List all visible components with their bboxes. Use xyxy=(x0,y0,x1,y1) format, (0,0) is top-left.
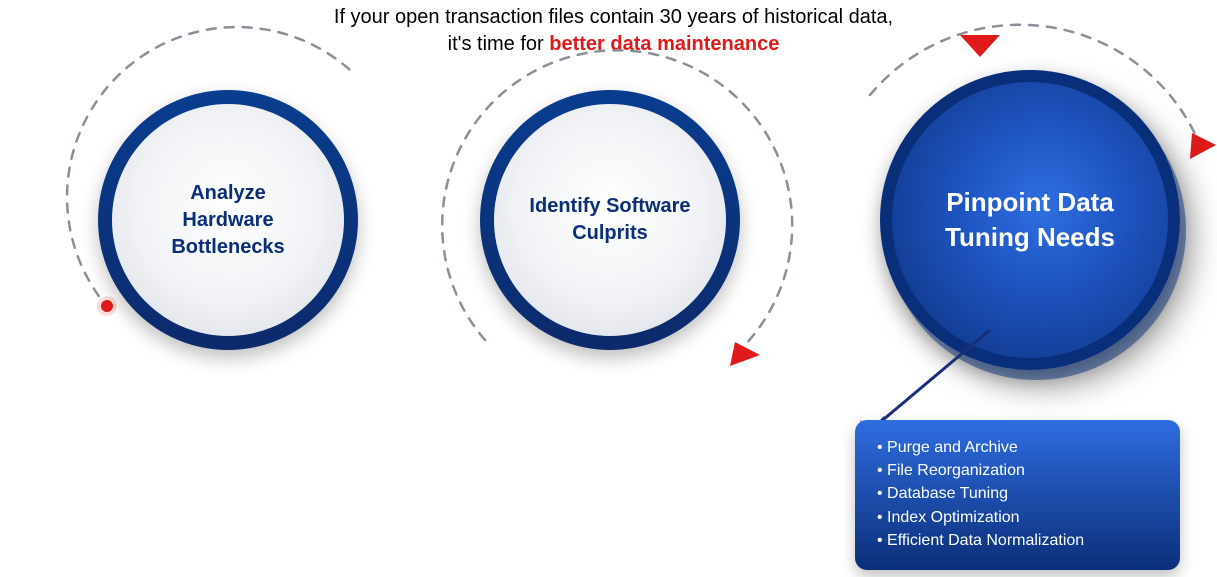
step-node-analyze-hardware: Analyze Hardware Bottlenecks xyxy=(98,90,358,350)
node-inner: Identify Software Culprits xyxy=(494,104,726,336)
node-label: Analyze Hardware Bottlenecks xyxy=(142,180,314,261)
details-panel: Purge and Archive File Reorganization Da… xyxy=(855,420,1180,570)
headline: If your open transaction files contain 3… xyxy=(0,4,1197,58)
panel-item: Database Tuning xyxy=(877,482,1160,505)
headline-line1: If your open transaction files contain 3… xyxy=(334,6,893,28)
step-node-pinpoint-data-tuning: Pinpoint Data Tuning Needs xyxy=(880,70,1180,370)
panel-item: Purge and Archive xyxy=(877,436,1160,459)
step-node-identify-software: Identify Software Culprits xyxy=(480,90,740,350)
panel-item: File Reorganization xyxy=(877,459,1160,482)
panel-item: Efficient Data Normalization xyxy=(877,529,1160,552)
panel-item: Index Optimization xyxy=(877,506,1160,529)
headline-line2-emphasis: better data maintenance xyxy=(549,33,779,55)
node-inner: Pinpoint Data Tuning Needs xyxy=(880,70,1180,370)
node-inner: Analyze Hardware Bottlenecks xyxy=(112,104,344,336)
node-label: Identify Software Culprits xyxy=(524,193,696,247)
diagram-stage: If your open transaction files contain 3… xyxy=(0,0,1217,577)
orbit-dot-1 xyxy=(101,300,113,312)
node-label: Pinpoint Data Tuning Needs xyxy=(922,185,1138,255)
headline-line2-prefix: it's time for xyxy=(448,33,550,55)
